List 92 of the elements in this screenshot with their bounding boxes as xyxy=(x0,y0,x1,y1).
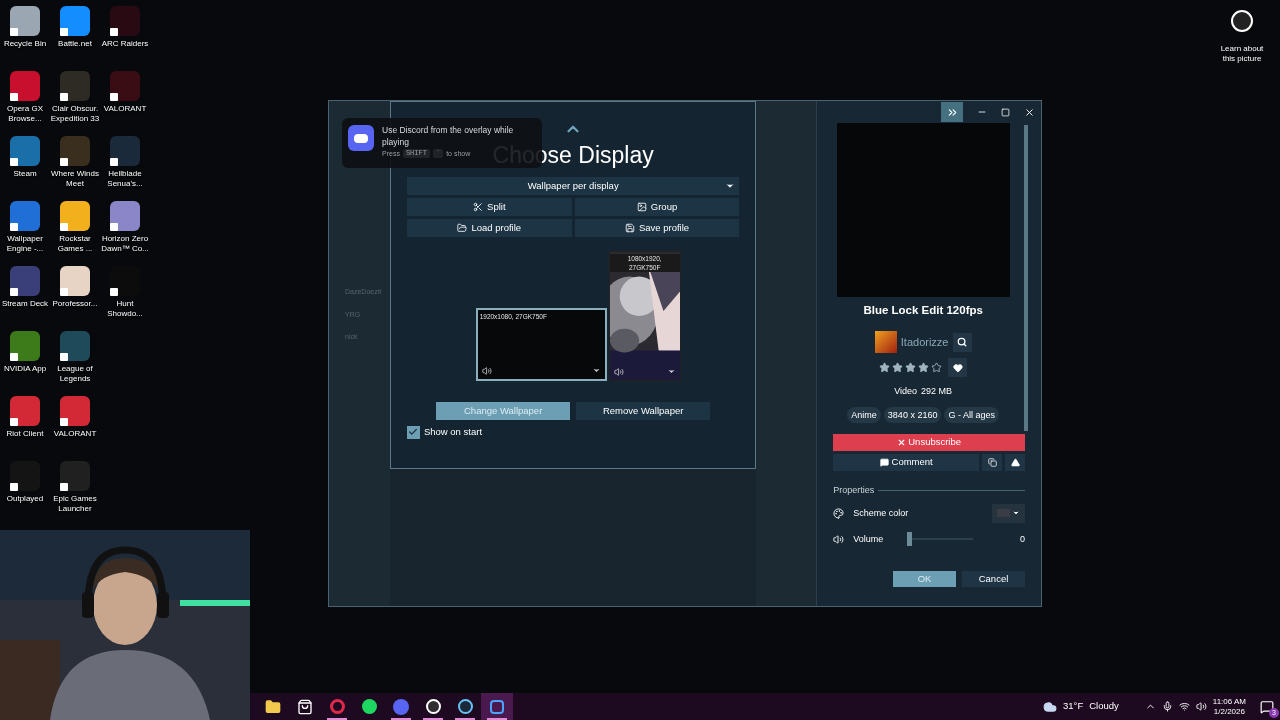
mode-dropdown[interactable]: Wallpaper per display xyxy=(406,177,740,195)
weather-condition[interactable]: Cloudy xyxy=(1089,699,1119,714)
search-icon xyxy=(957,337,967,348)
desktop-shortcut[interactable]: VALORANT xyxy=(50,390,100,455)
volume-icon[interactable] xyxy=(1195,701,1207,712)
speaker-icon[interactable] xyxy=(613,367,624,377)
palette-icon xyxy=(833,507,845,519)
folder-icon xyxy=(457,223,468,233)
image-icon xyxy=(636,202,647,212)
speaker-icon xyxy=(833,533,845,545)
property-label: Scheme color xyxy=(853,506,910,520)
microphone-icon[interactable] xyxy=(1161,701,1173,712)
warning-icon xyxy=(1010,457,1020,467)
author-name[interactable]: Itadorizze xyxy=(900,334,949,351)
taskbar-app[interactable] xyxy=(481,693,513,720)
tag: 3840 x 2160 xyxy=(883,406,942,423)
caret-icon[interactable] xyxy=(666,367,676,376)
app-icon xyxy=(329,699,345,714)
action-button[interactable]: Group xyxy=(574,198,740,216)
desktop-shortcut[interactable]: Where Winds Meet xyxy=(50,130,100,195)
app-icon xyxy=(457,699,473,714)
desktop-shortcut[interactable]: Hunt Showdo... xyxy=(100,260,150,325)
discord-logo-icon xyxy=(348,125,374,151)
desktop-shortcut[interactable]: Epic Games Launcher xyxy=(50,455,100,520)
tag: G - All ages xyxy=(944,406,999,423)
save-icon xyxy=(624,223,635,233)
caret-icon xyxy=(725,181,736,191)
scissors-icon xyxy=(473,202,484,212)
desktop-shortcut[interactable]: NVIDIA App xyxy=(0,325,50,390)
copy-button[interactable] xyxy=(982,453,1002,471)
action-button[interactable]: Save profile xyxy=(574,219,740,237)
slider-value: 0 xyxy=(1019,532,1025,546)
heart-icon xyxy=(952,362,963,373)
desktop-shortcut[interactable]: Hellblade Senua's... xyxy=(100,130,150,195)
maximize-icon[interactable] xyxy=(1001,107,1010,117)
desktop-shortcut[interactable]: VALORANT xyxy=(100,65,150,130)
section-heading: Properties xyxy=(833,483,875,497)
comment-button[interactable]: Comment xyxy=(833,453,979,471)
temperature[interactable]: 31°F xyxy=(1063,699,1084,714)
app-icon xyxy=(393,698,409,715)
scrollbar[interactable] xyxy=(1024,125,1028,431)
desktop-shortcut[interactable]: Porofessor... xyxy=(50,260,100,325)
desktop-shortcut[interactable]: ARC Raiders xyxy=(100,0,150,65)
checkbox[interactable] xyxy=(406,425,420,439)
desktop-shortcut[interactable]: Recycle Bin xyxy=(0,0,50,65)
desktop-shortcut[interactable]: Stream Deck xyxy=(0,260,50,325)
property-label: Volume xyxy=(853,532,885,546)
desktop-shortcut[interactable]: Riot Client xyxy=(0,390,50,455)
comment-icon xyxy=(879,457,889,467)
volume-slider[interactable] xyxy=(907,532,974,547)
app-icon xyxy=(425,699,441,714)
speaker-icon[interactable] xyxy=(481,366,492,376)
desktop-shortcut[interactable]: Battle.net xyxy=(50,0,100,65)
wallpaper-type: Video xyxy=(894,385,918,399)
desktop-shortcut[interactable]: Outplayed xyxy=(0,455,50,520)
clock[interactable]: 11:06 AM 1/2/2026 xyxy=(1212,696,1246,717)
desktop-shortcut[interactable]: Wallpaper Engine -... xyxy=(0,195,50,260)
favorite-button[interactable] xyxy=(948,358,968,378)
action-button[interactable]: Split xyxy=(406,198,572,216)
app-icon xyxy=(361,699,377,714)
tag: Anime xyxy=(847,406,881,423)
author-avatar xyxy=(874,331,897,354)
color-picker[interactable] xyxy=(992,503,1025,523)
bag-icon xyxy=(297,698,313,715)
copy-icon xyxy=(987,457,997,467)
notification-icon[interactable] xyxy=(1260,699,1274,714)
search-button[interactable] xyxy=(952,332,972,352)
unsubscribe-button[interactable]: Unsubscribe xyxy=(833,433,1025,451)
report-button[interactable] xyxy=(1005,453,1025,471)
folder-icon xyxy=(265,698,281,715)
action-button[interactable]: Load profile xyxy=(406,219,572,237)
desktop-shortcut[interactable]: Horizon Zero Dawn™ Co... xyxy=(100,195,150,260)
close-icon[interactable] xyxy=(1024,106,1035,118)
expand-button[interactable] xyxy=(941,102,963,122)
checkbox-label: Show on start xyxy=(423,425,483,439)
network-icon[interactable] xyxy=(1178,701,1190,712)
desktop-shortcut[interactable]: Rockstar Games ... xyxy=(50,195,100,260)
wallpaper-title: Blue Lock Edit 120fps xyxy=(863,303,983,318)
desktop-shortcut[interactable]: League of Legends xyxy=(50,325,100,390)
slider-thumb[interactable] xyxy=(907,532,913,547)
desktop-shortcut[interactable]: Steam xyxy=(0,130,50,195)
app-icon xyxy=(490,699,504,714)
close-icon xyxy=(897,437,907,447)
desktop-shortcut[interactable]: Opera GX Browse... xyxy=(0,65,50,130)
caret-icon[interactable] xyxy=(591,366,601,375)
cancel-button[interactable]: Cancel xyxy=(962,571,1025,588)
wallpaper-button[interactable]: Remove Wallpaper xyxy=(576,402,711,420)
desktop-shortcut[interactable]: Clair Obscur. Expedition 33 xyxy=(50,65,100,130)
notification-message: Use Discord from the overlay while playing xyxy=(382,124,514,147)
wallpaper-size: 292 MB xyxy=(921,385,953,399)
learn-picture-button[interactable]: Learn about this picture xyxy=(1214,10,1270,64)
weather-icon[interactable] xyxy=(1043,699,1058,714)
